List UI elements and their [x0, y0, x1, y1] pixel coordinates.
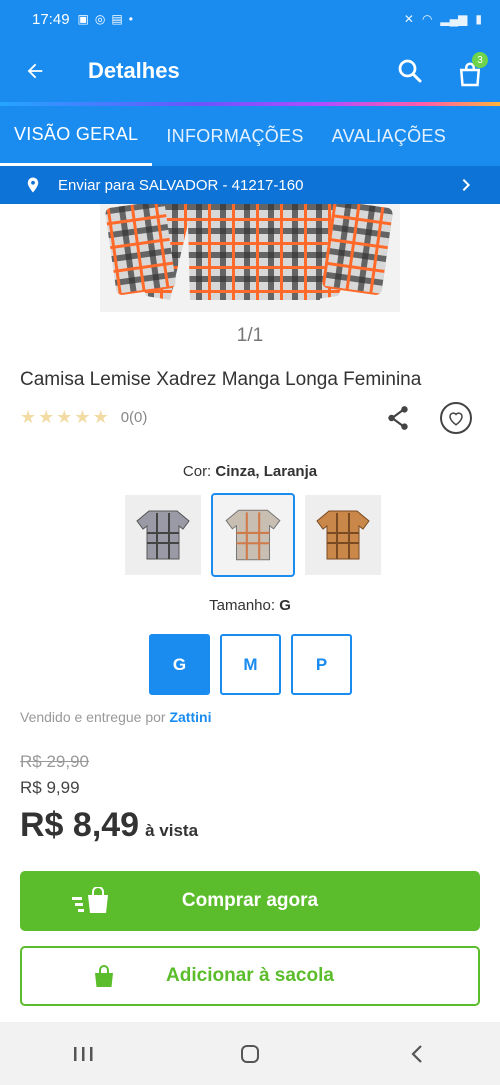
size-value: G: [279, 597, 291, 614]
size-option-m[interactable]: M: [220, 634, 281, 695]
arrow-left-icon: [27, 63, 43, 79]
shipping-text: Enviar para SALVADOR - 41217-160: [58, 176, 304, 194]
tab-information[interactable]: INFORMAÇÕES: [152, 106, 317, 166]
product-title: Camisa Lemise Xadrez Manga Longa Feminin…: [20, 369, 422, 390]
home-button[interactable]: [230, 1034, 270, 1074]
wifi-icon: ◠: [421, 12, 433, 26]
shirt-thumbnail: [225, 509, 281, 561]
tab-overview[interactable]: VISÃO GERAL: [0, 106, 153, 166]
color-label-prefix: Cor:: [182, 463, 212, 480]
tab-bar: VISÃO GERAL INFORMAÇÕES AVALIAÇÕES: [0, 106, 500, 166]
shipping-location-bar[interactable]: Enviar para SALVADOR - 41217-160: [0, 166, 500, 204]
size-option-g[interactable]: G: [149, 634, 210, 695]
recent-apps-button[interactable]: [63, 1034, 103, 1074]
old-price: R$ 29,90: [20, 752, 89, 771]
rating-stars[interactable]: ★ ★ ★ ★ ★ 0(0): [20, 407, 147, 428]
color-swatch-gray[interactable]: [125, 495, 201, 575]
signal-icon: ▂▄▆: [440, 12, 468, 26]
star-icon: ★: [74, 407, 91, 427]
cart-button[interactable]: 3: [455, 52, 489, 88]
plaid-shirt-image: [105, 204, 393, 300]
star-icon: ★: [92, 407, 109, 427]
gallery-icon: ▣: [77, 12, 89, 26]
search-icon: [398, 59, 422, 83]
size-options: G M P: [149, 634, 352, 695]
location-pin-icon: [27, 177, 39, 193]
size-option-p[interactable]: P: [291, 634, 352, 695]
chevron-right-icon: [462, 178, 471, 192]
page-title: Detalhes: [88, 58, 180, 83]
main-price: R$ 8,49 à vista: [20, 806, 198, 845]
size-label-prefix: Tamanho:: [209, 597, 276, 614]
shirt-thumbnail: [136, 510, 190, 560]
color-label: Cor: Cinza, Laranja: [0, 463, 500, 480]
shirt-thumbnail: [316, 510, 370, 560]
bag-icon: [95, 965, 113, 987]
dot-icon: •: [128, 12, 133, 26]
app-bar: Detalhes 3: [0, 38, 500, 104]
seller-link[interactable]: Zattini: [169, 709, 211, 725]
buy-now-label: Comprar agora: [181, 890, 319, 911]
back-button[interactable]: [0, 38, 70, 104]
app-icon: ▤: [111, 12, 123, 26]
color-swatch-orange[interactable]: [305, 495, 381, 575]
status-time: 17:49: [32, 10, 70, 28]
recent-apps-icon: [74, 1046, 93, 1061]
buy-now-button[interactable]: Comprar agora: [20, 871, 480, 931]
product-image[interactable]: [100, 204, 400, 312]
star-icon: ★: [56, 407, 73, 427]
tab-reviews[interactable]: AVALIAÇÕES: [318, 106, 460, 166]
home-icon: [240, 1044, 259, 1063]
mute-icon: ✕: [403, 12, 414, 26]
status-bar: 17:49 ▣ ◎ ▤ • ✕ ◠ ▂▄▆ ▮: [0, 0, 500, 38]
chevron-left-icon: [411, 1044, 422, 1063]
whatsapp-icon: ◎: [94, 12, 106, 26]
add-to-bag-button[interactable]: Adicionar à sacola: [20, 946, 480, 1006]
seller-prefix: Vendido e entregue por: [20, 709, 166, 725]
star-icon: ★: [20, 407, 37, 427]
seller-info: Vendido e entregue por Zattini: [20, 709, 211, 725]
favorite-button[interactable]: [440, 402, 472, 434]
heart-icon: [449, 412, 463, 426]
cart-count-badge: 3: [472, 52, 488, 68]
rating-count: 0(0): [120, 409, 148, 426]
share-button[interactable]: [385, 404, 411, 432]
notification-icons: ▣ ◎ ▤ •: [78, 12, 133, 26]
size-label: Tamanho: G: [0, 597, 500, 614]
add-to-bag-label: Adicionar à sacola: [166, 965, 334, 986]
search-button[interactable]: [395, 56, 425, 86]
color-swatches: [125, 493, 381, 577]
secondary-price: R$ 9,99: [20, 778, 80, 797]
system-icons: ✕ ◠ ▂▄▆ ▮: [404, 12, 482, 26]
share-icon: [388, 406, 408, 430]
price-value: R$ 8,49: [20, 806, 140, 844]
battery-icon: ▮: [475, 12, 482, 26]
system-nav-bar: [0, 1022, 500, 1085]
back-nav-button[interactable]: [397, 1034, 437, 1074]
color-value: Cinza, Laranja: [215, 463, 318, 480]
fast-bag-icon: [72, 887, 108, 913]
star-icon: ★: [38, 407, 55, 427]
image-pager: 1/1: [236, 325, 264, 346]
price-suffix: à vista: [145, 821, 199, 840]
color-swatch-gray-orange[interactable]: [211, 493, 295, 577]
